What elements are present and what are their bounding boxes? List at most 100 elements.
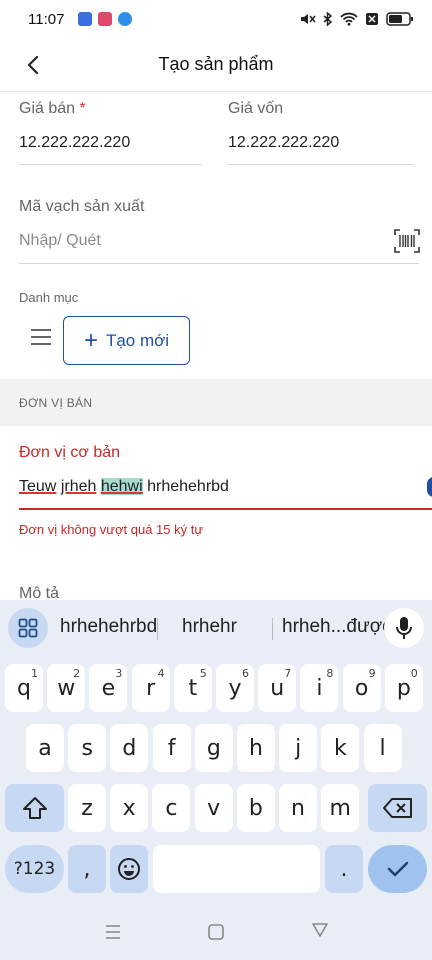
key-label: e: [101, 675, 116, 701]
key-label: u: [270, 675, 285, 701]
key-o[interactable]: o9: [342, 664, 381, 712]
key-b[interactable]: b: [236, 784, 275, 832]
input-word: jrheh: [60, 478, 97, 495]
key-label: o: [354, 675, 369, 701]
key-w[interactable]: w2: [47, 664, 86, 712]
key-m[interactable]: m: [321, 784, 360, 832]
comma-key[interactable]: ,: [68, 845, 106, 893]
key-x[interactable]: x: [110, 784, 149, 832]
barcode-scan-icon: [394, 229, 420, 253]
apps-grid-button[interactable]: [8, 608, 48, 648]
key-label: r: [146, 675, 156, 701]
key-l[interactable]: l: [363, 724, 402, 772]
key-hint: 1: [31, 667, 38, 680]
barcode-input[interactable]: Nhập/ Quét: [19, 232, 101, 250]
key-h[interactable]: h: [237, 724, 275, 772]
suggestion-item[interactable]: hrhehehrbd: [60, 616, 157, 638]
key-u[interactable]: u7: [258, 664, 297, 712]
create-category-button[interactable]: + Tạo mới: [63, 316, 190, 365]
grid-icon: [18, 618, 38, 638]
key-a[interactable]: a: [26, 724, 64, 772]
emoji-key[interactable]: [110, 845, 148, 893]
key-n[interactable]: n: [279, 784, 317, 832]
key-d[interactable]: d: [110, 724, 149, 772]
barcode-scan-button[interactable]: [394, 228, 420, 254]
key-v[interactable]: v: [194, 784, 233, 832]
key-q[interactable]: q1: [5, 664, 43, 712]
key-y[interactable]: y6: [216, 664, 254, 712]
key-s[interactable]: s: [68, 724, 107, 772]
cost-price-input[interactable]: 12.222.222.220: [228, 134, 339, 152]
system-icons: [299, 12, 414, 26]
sale-price-label-text: Giá bán: [19, 100, 76, 117]
key-label: y: [228, 675, 242, 701]
base-unit-label: Đơn vị cơ bản: [19, 444, 121, 461]
key-hint: 7: [284, 667, 292, 680]
app-header: Tạo sản phẩm: [0, 38, 432, 92]
recents-menu-icon[interactable]: [104, 923, 122, 941]
key-r[interactable]: r4: [131, 664, 170, 712]
suggestion-item[interactable]: hrheh...được: [282, 616, 392, 638]
barcode-underline: [19, 263, 419, 264]
create-category-label: Tạo mới: [105, 330, 170, 350]
section-title: ĐƠN VỊ BÁN: [19, 396, 93, 410]
key-t[interactable]: t5: [173, 664, 212, 712]
key-hint: 4: [157, 667, 165, 680]
suggestion-item[interactable]: hrhehr: [182, 616, 237, 638]
wifi-icon: [340, 12, 358, 26]
cost-price-underline: [228, 164, 414, 165]
emoji-icon: [118, 858, 140, 880]
back-triangle-icon[interactable]: [311, 921, 329, 939]
space-key[interactable]: [153, 845, 320, 893]
suggestion-divider: [272, 618, 273, 640]
symbols-key[interactable]: ?123: [5, 845, 64, 893]
voice-input-button[interactable]: [384, 608, 424, 648]
key-i[interactable]: i8: [300, 664, 339, 712]
backspace-icon: [382, 798, 412, 818]
shift-key[interactable]: [5, 784, 64, 832]
page-title: Tạo sản phẩm: [158, 54, 274, 74]
sale-price-label: Giá bán *: [19, 100, 86, 118]
app-notification-icon: [98, 12, 113, 26]
sale-price-input[interactable]: 12.222.222.220: [19, 134, 130, 152]
key-g[interactable]: g: [194, 724, 233, 772]
shift-icon: [22, 797, 47, 819]
cost-price-label: Giá vốn: [228, 100, 284, 117]
microphone-icon: [396, 617, 412, 639]
input-word: hrhehehrbd: [147, 478, 229, 495]
key-hint: 9: [368, 667, 376, 680]
key-label: t: [188, 675, 198, 701]
base-unit-input[interactable]: Teuw jrheh hehwi hrhehehrbd: [19, 478, 229, 496]
key-e[interactable]: e3: [89, 664, 128, 712]
enter-key[interactable]: [368, 845, 427, 893]
home-icon[interactable]: [207, 923, 225, 941]
period-key[interactable]: .: [325, 845, 363, 893]
backspace-key[interactable]: [368, 784, 427, 832]
key-k[interactable]: k: [321, 724, 360, 772]
base-unit-underline: [19, 508, 432, 510]
mute-icon: [301, 14, 316, 24]
text-cursor-handle[interactable]: [427, 477, 432, 497]
sale-unit-section: ĐƠN VỊ BÁN: [0, 379, 432, 426]
menu-icon[interactable]: [30, 328, 52, 346]
suggestion-divider: [157, 618, 158, 640]
status-bar: 11:07: [0, 0, 432, 38]
status-time: 11:07: [28, 10, 65, 28]
required-mark: *: [79, 100, 86, 117]
system-navigation-bar: [0, 905, 432, 960]
app-notification-icon: [78, 12, 93, 26]
key-f[interactable]: f: [152, 724, 191, 772]
key-j[interactable]: j: [279, 724, 318, 772]
sim-icon: [366, 13, 378, 25]
sale-price-underline: [19, 164, 202, 165]
base-unit-error: Đơn vị không vượt quá 15 ký tự: [19, 522, 204, 537]
key-c[interactable]: c: [152, 784, 191, 832]
key-label: q: [17, 675, 31, 701]
key-hint: 6: [242, 667, 249, 680]
battery-icon: [386, 12, 413, 26]
key-hint: 8: [326, 667, 334, 680]
key-p[interactable]: p0: [384, 664, 423, 712]
key-hint: 2: [73, 667, 81, 680]
key-z[interactable]: z: [68, 784, 106, 832]
key-label: p: [396, 675, 411, 701]
